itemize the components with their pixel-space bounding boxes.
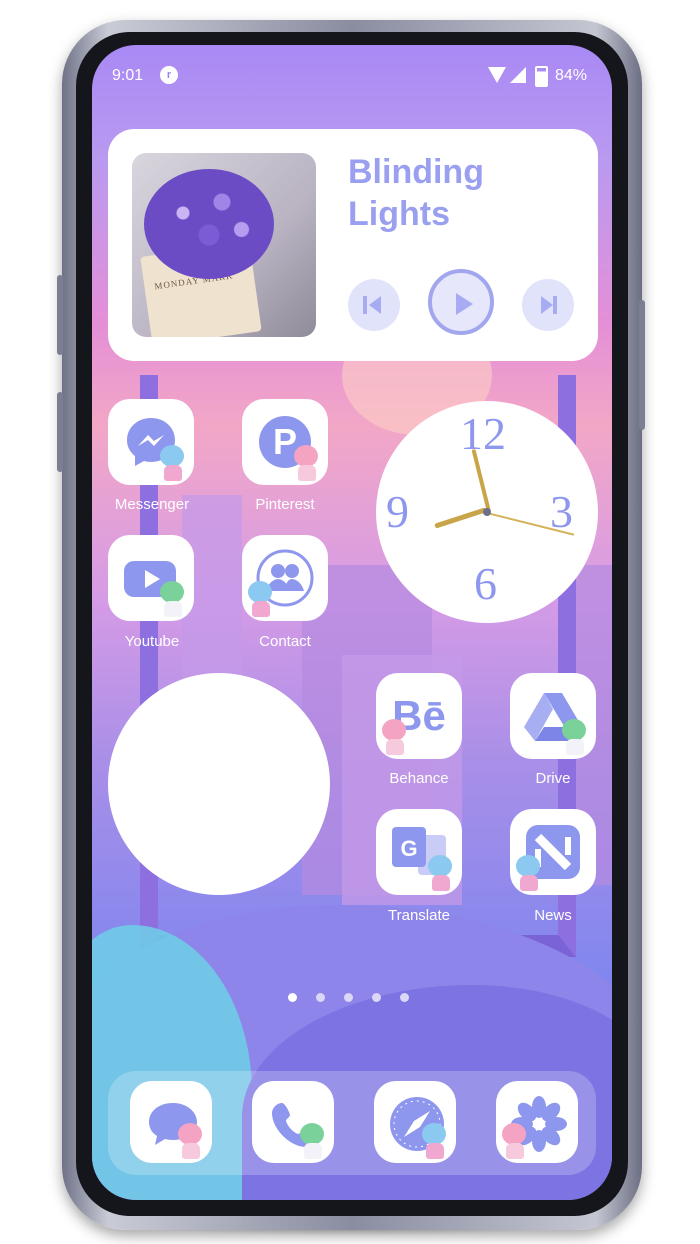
chibi-sticker xyxy=(174,1119,208,1159)
side-button-left-2 xyxy=(57,392,63,472)
clock-numeral-12: 12 xyxy=(460,408,506,459)
signal-icon xyxy=(510,67,526,83)
status-bar: 9:01 r 84% xyxy=(92,63,612,89)
chibi-sticker xyxy=(296,1119,330,1159)
chibi-sticker xyxy=(290,441,324,481)
r-app-icon: r xyxy=(160,66,178,84)
app-news[interactable] xyxy=(510,809,596,895)
battery-percent: 84% xyxy=(555,67,588,84)
app-label: Drive xyxy=(535,770,571,787)
translate-glyph: G xyxy=(400,836,417,861)
song-title: Blinding Lights xyxy=(348,153,484,233)
page-indicator[interactable] xyxy=(288,993,418,1005)
album-flowers xyxy=(144,169,274,279)
page-dot[interactable] xyxy=(400,993,409,1002)
dock-photos[interactable] xyxy=(496,1081,578,1163)
app-pinterest[interactable]: P xyxy=(242,399,328,485)
app-label: Pinterest xyxy=(255,496,315,513)
previous-button[interactable] xyxy=(348,279,400,331)
clock-numeral-6: 6 xyxy=(474,558,497,609)
chibi-sticker xyxy=(424,851,458,891)
chibi-sticker xyxy=(156,441,190,481)
dock-safari[interactable] xyxy=(374,1081,456,1163)
blank-circle-widget[interactable] xyxy=(108,673,330,895)
page-dot[interactable] xyxy=(344,993,353,1002)
chibi-sticker xyxy=(244,577,278,617)
music-widget[interactable]: MONDAY MARK Blinding Lights xyxy=(108,129,598,361)
app-label: Contact xyxy=(259,633,311,650)
page-dot[interactable] xyxy=(372,993,381,1002)
clock-numeral-9: 9 xyxy=(386,486,409,537)
app-label: Messenger xyxy=(114,496,190,513)
app-drive[interactable] xyxy=(510,673,596,759)
page-dot[interactable] xyxy=(288,993,297,1002)
wifi-icon xyxy=(488,67,506,83)
home-screen: 9:01 r 84% MONDAY MARK Blinding Lights M… xyxy=(92,45,612,1200)
page-dot[interactable] xyxy=(316,993,325,1002)
play-button[interactable] xyxy=(428,269,494,335)
app-behance[interactable]: Bē xyxy=(376,673,462,759)
next-button[interactable] xyxy=(522,279,574,331)
app-label: Translate xyxy=(388,907,450,924)
app-messenger[interactable] xyxy=(108,399,194,485)
app-label: Youtube xyxy=(124,633,180,650)
chibi-sticker xyxy=(156,577,190,617)
app-label: Behance xyxy=(389,770,449,787)
side-button-left-1 xyxy=(57,275,63,355)
dock-phone[interactable] xyxy=(252,1081,334,1163)
chibi-sticker xyxy=(378,715,412,755)
status-time: 9:01 xyxy=(112,67,144,84)
chibi-sticker xyxy=(498,1119,532,1159)
app-label: News xyxy=(534,907,572,924)
hour-hand xyxy=(434,507,487,529)
dock-messages[interactable] xyxy=(130,1081,212,1163)
chibi-sticker xyxy=(512,851,546,891)
clock-widget[interactable]: 12 3 6 9 xyxy=(376,401,598,623)
app-translate[interactable]: G xyxy=(376,809,462,895)
album-art[interactable]: MONDAY MARK xyxy=(132,153,316,337)
chibi-sticker xyxy=(558,715,592,755)
dock xyxy=(108,1071,596,1175)
app-contact[interactable] xyxy=(242,535,328,621)
side-button-right xyxy=(639,300,645,430)
clock-center xyxy=(483,508,491,516)
app-youtube[interactable] xyxy=(108,535,194,621)
chibi-sticker xyxy=(418,1119,452,1159)
battery-icon xyxy=(535,66,548,87)
